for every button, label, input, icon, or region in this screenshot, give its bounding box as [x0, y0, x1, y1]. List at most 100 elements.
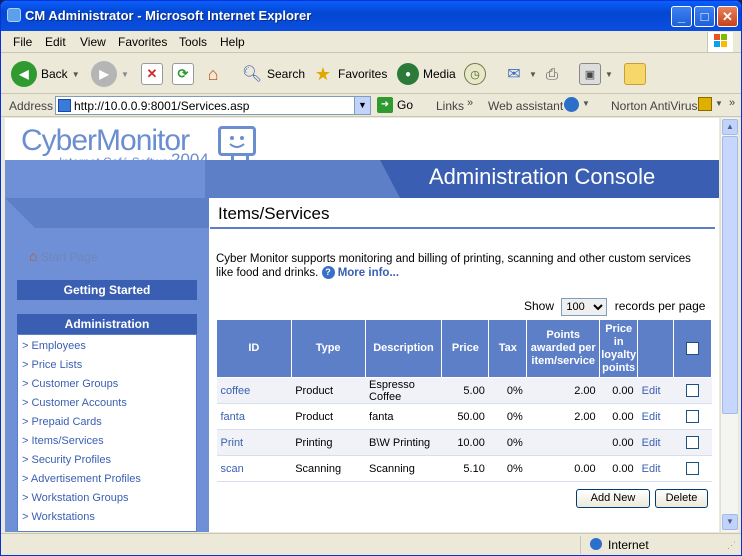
history-button[interactable]: ◷ — [464, 60, 486, 88]
web-assistant-button[interactable]: Web assistant — [488, 99, 563, 113]
mail-icon: ✉ — [507, 66, 521, 83]
status-bar: Internet ⋰ — [1, 533, 741, 555]
add-new-button[interactable]: Add New — [576, 489, 650, 508]
history-icon: ◷ — [464, 63, 486, 85]
vertical-scrollbar[interactable]: ▲ ▼ — [720, 118, 738, 532]
norton-dropdown-icon[interactable]: ▼ — [715, 99, 723, 108]
row-id-link[interactable]: coffee — [216, 377, 292, 404]
menu-view[interactable]: View — [80, 35, 106, 49]
row-id-link[interactable]: fanta — [216, 403, 292, 430]
col-tax[interactable]: Tax — [488, 319, 528, 378]
stop-button[interactable]: ✕ — [141, 60, 163, 88]
scroll-down-icon[interactable]: ▼ — [722, 514, 738, 530]
id-link[interactable]: scan — [221, 463, 244, 475]
sidebar-item-price-lists[interactable]: > Price Lists — [22, 359, 82, 371]
col-type[interactable]: Type — [290, 319, 366, 378]
go-button[interactable]: ➜ Go — [377, 97, 413, 113]
page-header: CyberMonitor Internet Café Software 2004 — [5, 118, 719, 169]
sidebar-item-customer-accounts[interactable]: > Customer Accounts — [22, 397, 127, 409]
administration-header[interactable]: Administration — [17, 314, 197, 334]
messenger-button[interactable] — [624, 60, 646, 88]
media-button[interactable]: ● Media — [397, 60, 456, 88]
print-button[interactable]: ⎙ — [541, 60, 563, 88]
sidebar-item-items-services[interactable]: > Items/Services — [22, 435, 104, 447]
title-bar[interactable]: CM Administrator - Microsoft Internet Ex… — [1, 1, 741, 31]
address-input[interactable]: http://10.0.0.9:8001/Services.asp ▼ — [55, 96, 371, 115]
edit-link[interactable]: Edit — [642, 437, 661, 449]
page-content: CyberMonitor Internet Café Software 2004… — [5, 118, 719, 532]
norton-icon — [698, 97, 712, 111]
id-link[interactable]: fanta — [221, 411, 245, 423]
delete-button[interactable]: Delete — [655, 489, 708, 508]
forward-dropdown-icon[interactable]: ▼ — [121, 70, 129, 79]
sidebar-item-prepaid-cards[interactable]: > Prepaid Cards — [22, 416, 102, 428]
edit-dropdown-icon[interactable]: ▼ — [605, 70, 613, 79]
row-description: B\W Printing — [365, 429, 442, 456]
maximize-button[interactable]: □ — [694, 6, 715, 27]
toolbar-chevron-icon[interactable]: » — [729, 97, 735, 109]
scroll-thumb[interactable] — [722, 136, 738, 414]
norton-button[interactable]: Norton AntiVirus — [611, 99, 698, 113]
getting-started-header[interactable]: Getting Started — [17, 280, 197, 300]
links-button[interactable]: Links — [436, 99, 464, 113]
search-button[interactable]: 🔍︎ Search — [241, 60, 305, 88]
help-icon[interactable]: ? — [321, 266, 335, 280]
col-description[interactable]: Description — [364, 319, 443, 378]
back-dropdown-icon[interactable]: ▼ — [72, 70, 80, 79]
refresh-icon: ⟳ — [172, 63, 194, 85]
monitor-smiley-icon — [218, 126, 256, 165]
id-link[interactable]: Print — [221, 437, 244, 449]
favorites-button[interactable]: ★ Favorites — [312, 60, 387, 88]
sidebar-item-security-profiles[interactable]: > Security Profiles — [22, 454, 111, 466]
refresh-button[interactable]: ⟳ — [172, 60, 194, 88]
resize-grip-icon[interactable]: ⋰ — [727, 540, 736, 551]
col-points-awarded[interactable]: Points awarded per item/service — [526, 319, 601, 378]
minimize-button[interactable]: _ — [671, 6, 692, 27]
row-checkbox[interactable] — [686, 436, 700, 449]
menu-tools[interactable]: Tools — [179, 35, 207, 49]
row-price: 5.10 — [441, 455, 489, 482]
row-loyalty: 0.00 — [599, 403, 638, 430]
sidebar-item-customer-groups[interactable]: > Customer Groups — [22, 378, 118, 390]
row-price: 10.00 — [441, 429, 489, 456]
row-id-link[interactable]: scan — [216, 455, 292, 482]
row-checkbox[interactable] — [686, 410, 700, 423]
edit-link[interactable]: Edit — [642, 385, 661, 397]
edit-link[interactable]: Edit — [642, 463, 661, 475]
more-info-link[interactable]: More info... — [338, 267, 399, 279]
edit-link[interactable]: Edit — [642, 411, 661, 423]
mail-button[interactable]: ✉ ▼ — [503, 60, 537, 88]
col-price[interactable]: Price — [441, 319, 490, 378]
menu-file[interactable]: File — [13, 35, 32, 49]
scroll-up-icon[interactable]: ▲ — [722, 119, 738, 135]
address-dropdown-icon[interactable]: ▼ — [354, 97, 370, 114]
menu-help[interactable]: Help — [220, 35, 245, 49]
records-per-page-select[interactable]: 100 — [561, 298, 608, 316]
select-all-checkbox[interactable] — [686, 341, 700, 355]
forward-button[interactable]: ▶ ▼ — [91, 60, 129, 88]
page-icon — [58, 99, 71, 112]
back-button[interactable]: ◀ Back ▼ — [11, 60, 80, 88]
messenger-icon — [624, 63, 646, 85]
sidebar-item-advertisement-profiles[interactable]: > Advertisement Profiles — [22, 473, 141, 485]
col-loyalty-price[interactable]: Price in loyalty points — [599, 319, 639, 378]
close-button[interactable]: ✕ — [717, 6, 738, 27]
row-checkbox[interactable] — [686, 462, 700, 475]
edit-page-button[interactable]: ▣ ▼ — [579, 60, 613, 88]
row-price: 5.00 — [441, 377, 489, 404]
row-checkbox[interactable] — [686, 384, 700, 397]
mail-dropdown-icon[interactable]: ▼ — [529, 70, 537, 79]
id-link[interactable]: coffee — [221, 385, 251, 397]
sidebar-item-workstations[interactable]: > Workstations — [22, 511, 95, 523]
sidebar-item-employees[interactable]: > Employees — [22, 340, 86, 352]
col-id[interactable]: ID — [216, 319, 292, 378]
row-id-link[interactable]: Print — [216, 429, 292, 456]
row-loyalty: 0.00 — [599, 377, 638, 404]
menu-favorites[interactable]: Favorites — [118, 35, 167, 49]
home-button[interactable]: ⌂ — [202, 60, 224, 88]
menu-edit[interactable]: Edit — [45, 35, 66, 49]
start-page-link[interactable]: ⌂ Start Page — [29, 248, 98, 264]
web-assistant-dropdown-icon[interactable]: ▼ — [582, 99, 590, 108]
sidebar-item-workstation-groups[interactable]: > Workstation Groups — [22, 492, 128, 504]
links-chevron-icon[interactable]: » — [467, 97, 473, 109]
